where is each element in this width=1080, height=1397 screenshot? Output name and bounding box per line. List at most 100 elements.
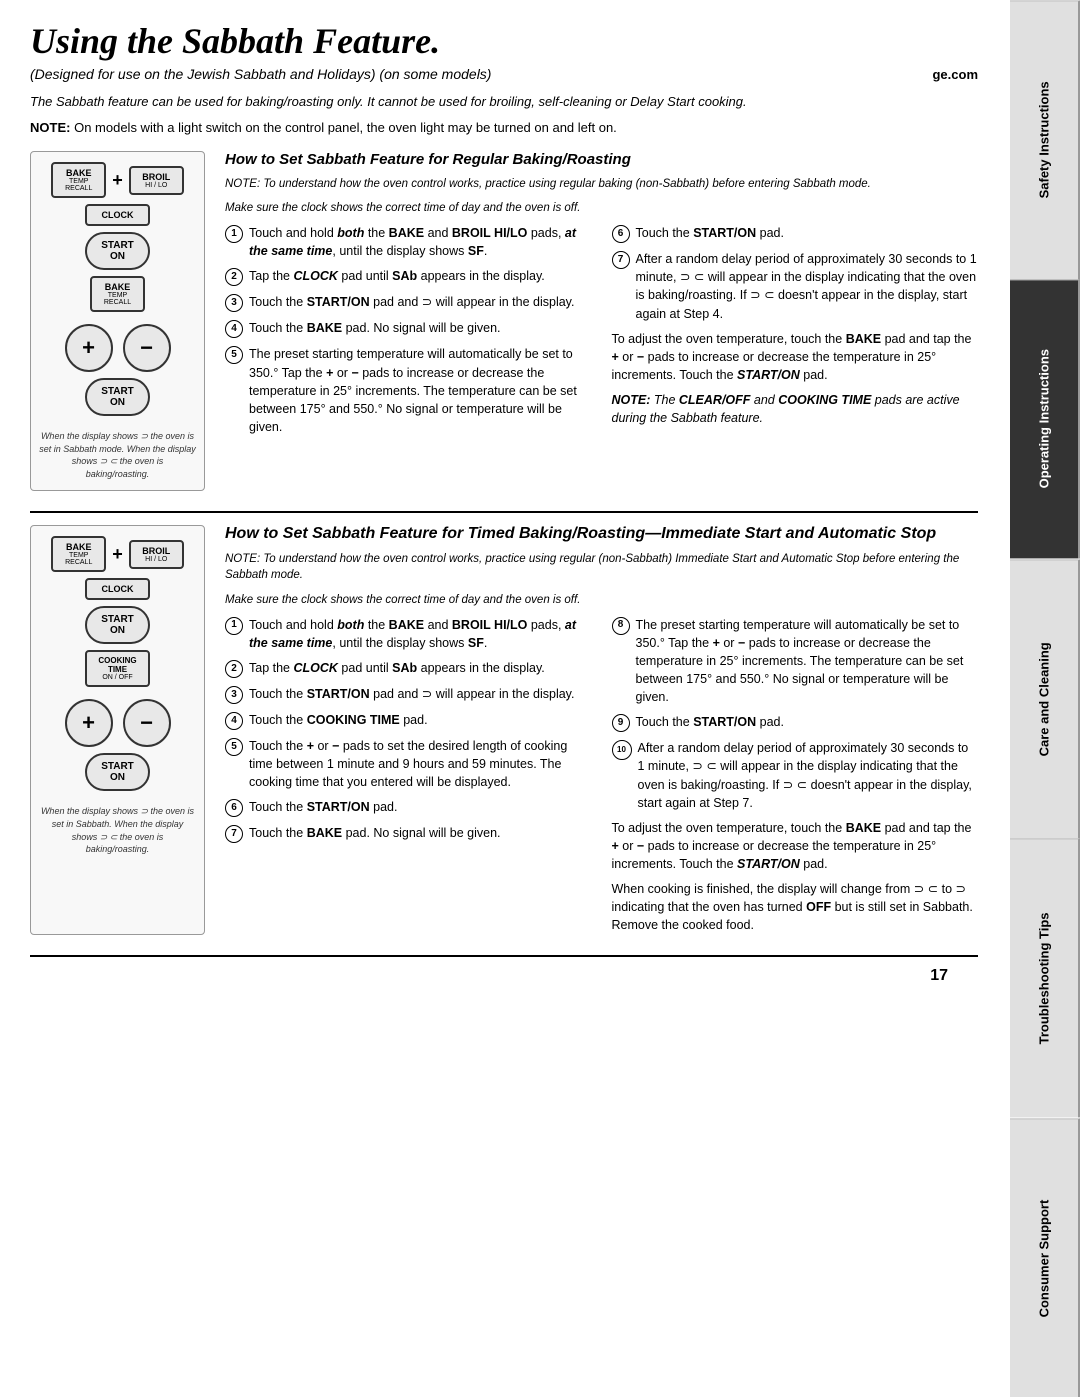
step2-content-9: Touch the START/ON pad. <box>636 713 979 732</box>
bake-temp-recall-pad-1: BAKETEMPRECALL <box>51 162 106 198</box>
main-content: Using the Sabbath Feature. (Designed for… <box>0 0 1008 1015</box>
start-on-pad-2: STARTON <box>85 378 150 416</box>
sidebar-tab-consumer: Consumer Support <box>1010 1118 1080 1397</box>
broil-hilo-pad-1: BROILHI / LO <box>129 166 184 195</box>
plus-icon-2: + <box>112 544 123 565</box>
step-content-2: Tap the CLOCK pad until SAb appears in t… <box>249 267 592 286</box>
section1-title: How to Set Sabbath Feature for Regular B… <box>225 151 978 168</box>
step-content-7: After a random delay period of approxima… <box>636 250 979 323</box>
minus-large-btn-1: − <box>123 324 171 372</box>
cooking-time-pad: COOKINGTIMEON / OFF <box>85 650 150 687</box>
plus-icon-1: + <box>112 170 123 191</box>
step-num-5: 5 <box>225 346 243 364</box>
minus-large-btn-2: − <box>123 699 171 747</box>
step2-content-4: Touch the COOKING TIME pad. <box>249 711 592 730</box>
step-1-4: 4 Touch the BAKE pad. No signal will be … <box>225 319 592 338</box>
step2-content-8: The preset starting temperature will aut… <box>636 616 979 707</box>
panel-row-1: BAKETEMPRECALL + BROILHI / LO <box>39 162 196 198</box>
start-on-pad-1: STARTON <box>85 232 150 270</box>
clock-pad-2: CLOCK <box>85 578 150 600</box>
steps-list-2: 1 Touch and hold both the BAKE and BROIL… <box>225 616 592 844</box>
section-divider <box>30 511 978 513</box>
step-1-7: 7 After a random delay period of approxi… <box>612 250 979 323</box>
steps-right-2: 8 The preset starting temperature will a… <box>612 616 979 935</box>
step-2-4: 4 Touch the COOKING TIME pad. <box>225 711 592 730</box>
panel-row-5: STARTON <box>39 378 196 416</box>
step-1-6: 6 Touch the START/ON pad. <box>612 224 979 243</box>
section1-note2: Make sure the clock shows the correct ti… <box>225 200 978 216</box>
steps-list-1: 1 Touch and hold both the BAKE and BROIL… <box>225 224 592 436</box>
step2-num-2: 2 <box>225 660 243 678</box>
step-2-6: 6 Touch the START/ON pad. <box>225 798 592 817</box>
note-clear-off-1: NOTE: The CLEAR/OFF and COOKING TIME pad… <box>612 391 979 427</box>
section2-note1: NOTE: To understand how the oven control… <box>225 551 978 583</box>
broil-hilo-pad-2: BROILHI / LO <box>129 540 184 569</box>
right-sidebar: Safety Instructions Operating Instructio… <box>1010 0 1080 1397</box>
step2-num-8: 8 <box>612 617 630 635</box>
step-1-5: 5 The preset starting temperature will a… <box>225 345 592 436</box>
step-2-9: 9 Touch the START/ON pad. <box>612 713 979 732</box>
main-note-text: On models with a light switch on the con… <box>74 120 617 135</box>
main-note: NOTE: On models with a light switch on t… <box>30 118 978 138</box>
section1-note1: NOTE: To understand how the oven control… <box>225 176 978 192</box>
step-2-8: 8 The preset starting temperature will a… <box>612 616 979 707</box>
step-content-5: The preset starting temperature will aut… <box>249 345 592 436</box>
step2-content-10: After a random delay period of approxima… <box>638 739 979 812</box>
bake-temp-recall-pad-2: BAKETEMPRECALL <box>90 276 145 312</box>
step2-content-5: Touch the + or − pads to set the desired… <box>249 737 592 791</box>
panel-caption-2: When the display shows ⊃ the oven is set… <box>39 805 196 855</box>
clock-pad-1: CLOCK <box>85 204 150 226</box>
bake-temp-recall-pad-3: BAKETEMPRECALL <box>51 536 106 572</box>
subtitle-row: (Designed for use on the Jewish Sabbath … <box>30 66 978 82</box>
adjust-text-2: To adjust the oven temperature, touch th… <box>612 819 979 873</box>
step-content-4: Touch the BAKE pad. No signal will be gi… <box>249 319 592 338</box>
step-content-6: Touch the START/ON pad. <box>636 224 979 243</box>
step2-content-2: Tap the CLOCK pad until SAb appears in t… <box>249 659 592 678</box>
step-num-3: 3 <box>225 294 243 312</box>
adjust-text-1: To adjust the oven temperature, touch th… <box>612 330 979 384</box>
steps-left-1: 1 Touch and hold both the BAKE and BROIL… <box>225 224 592 443</box>
large-buttons-row-2: + − <box>65 699 171 747</box>
section1: BAKETEMPRECALL + BROILHI / LO CLOCK STAR… <box>30 151 978 491</box>
step2-num-3: 3 <box>225 686 243 704</box>
section2: BAKETEMPRECALL + BROILHI / LO CLOCK STAR… <box>30 525 978 934</box>
step-num-6: 6 <box>612 225 630 243</box>
step-1-1: 1 Touch and hold both the BAKE and BROIL… <box>225 224 592 260</box>
step-num-4: 4 <box>225 320 243 338</box>
finish-text-2: When cooking is finished, the display wi… <box>612 880 979 934</box>
panel-row-3: STARTON <box>39 232 196 270</box>
panel2-row-1: BAKETEMPRECALL + BROILHI / LO <box>39 536 196 572</box>
panel2-row-3: STARTON <box>39 606 196 644</box>
step2-content-6: Touch the START/ON pad. <box>249 798 592 817</box>
steps-list-right-1: 6 Touch the START/ON pad. 7 After a rand… <box>612 224 979 323</box>
page-title: Using the Sabbath Feature. <box>30 20 978 62</box>
step-num-1: 1 <box>225 225 243 243</box>
instructions-col-1: How to Set Sabbath Feature for Regular B… <box>225 151 978 491</box>
start-on-pad-4: STARTON <box>85 753 150 791</box>
step2-num-5: 5 <box>225 738 243 756</box>
instructions-col-2: How to Set Sabbath Feature for Timed Bak… <box>225 525 978 934</box>
control-panel-2: BAKETEMPRECALL + BROILHI / LO CLOCK STAR… <box>30 525 205 934</box>
steps-list-right-2: 8 The preset starting temperature will a… <box>612 616 979 812</box>
step-content-1: Touch and hold both the BAKE and BROIL H… <box>249 224 592 260</box>
step2-num-10: 10 <box>612 740 632 760</box>
step-1-3: 3 Touch the START/ON pad and ⊃ will appe… <box>225 293 592 312</box>
step2-content-1: Touch and hold both the BAKE and BROIL H… <box>249 616 592 652</box>
step-2-10: 10 After a random delay period of approx… <box>612 739 979 812</box>
panel2-row-4: COOKINGTIMEON / OFF <box>39 650 196 687</box>
plus-large-btn-1: + <box>65 324 113 372</box>
step-2-3: 3 Touch the START/ON pad and ⊃ will appe… <box>225 685 592 704</box>
step2-num-1: 1 <box>225 617 243 635</box>
steps-right-1: 6 Touch the START/ON pad. 7 After a rand… <box>612 224 979 443</box>
sidebar-tab-safety: Safety Instructions <box>1010 0 1080 279</box>
step-2-1: 1 Touch and hold both the BAKE and BROIL… <box>225 616 592 652</box>
step-num-7: 7 <box>612 251 630 269</box>
intro-text: The Sabbath feature can be used for baki… <box>30 92 978 112</box>
step-1-2: 2 Tap the CLOCK pad until SAb appears in… <box>225 267 592 286</box>
steps-left-2: 1 Touch and hold both the BAKE and BROIL… <box>225 616 592 935</box>
section2-note2: Make sure the clock shows the correct ti… <box>225 592 978 608</box>
two-col-steps-1: 1 Touch and hold both the BAKE and BROIL… <box>225 224 978 443</box>
two-col-steps-2: 1 Touch and hold both the BAKE and BROIL… <box>225 616 978 935</box>
large-buttons-row-1: + − <box>65 324 171 372</box>
step2-content-3: Touch the START/ON pad and ⊃ will appear… <box>249 685 592 704</box>
